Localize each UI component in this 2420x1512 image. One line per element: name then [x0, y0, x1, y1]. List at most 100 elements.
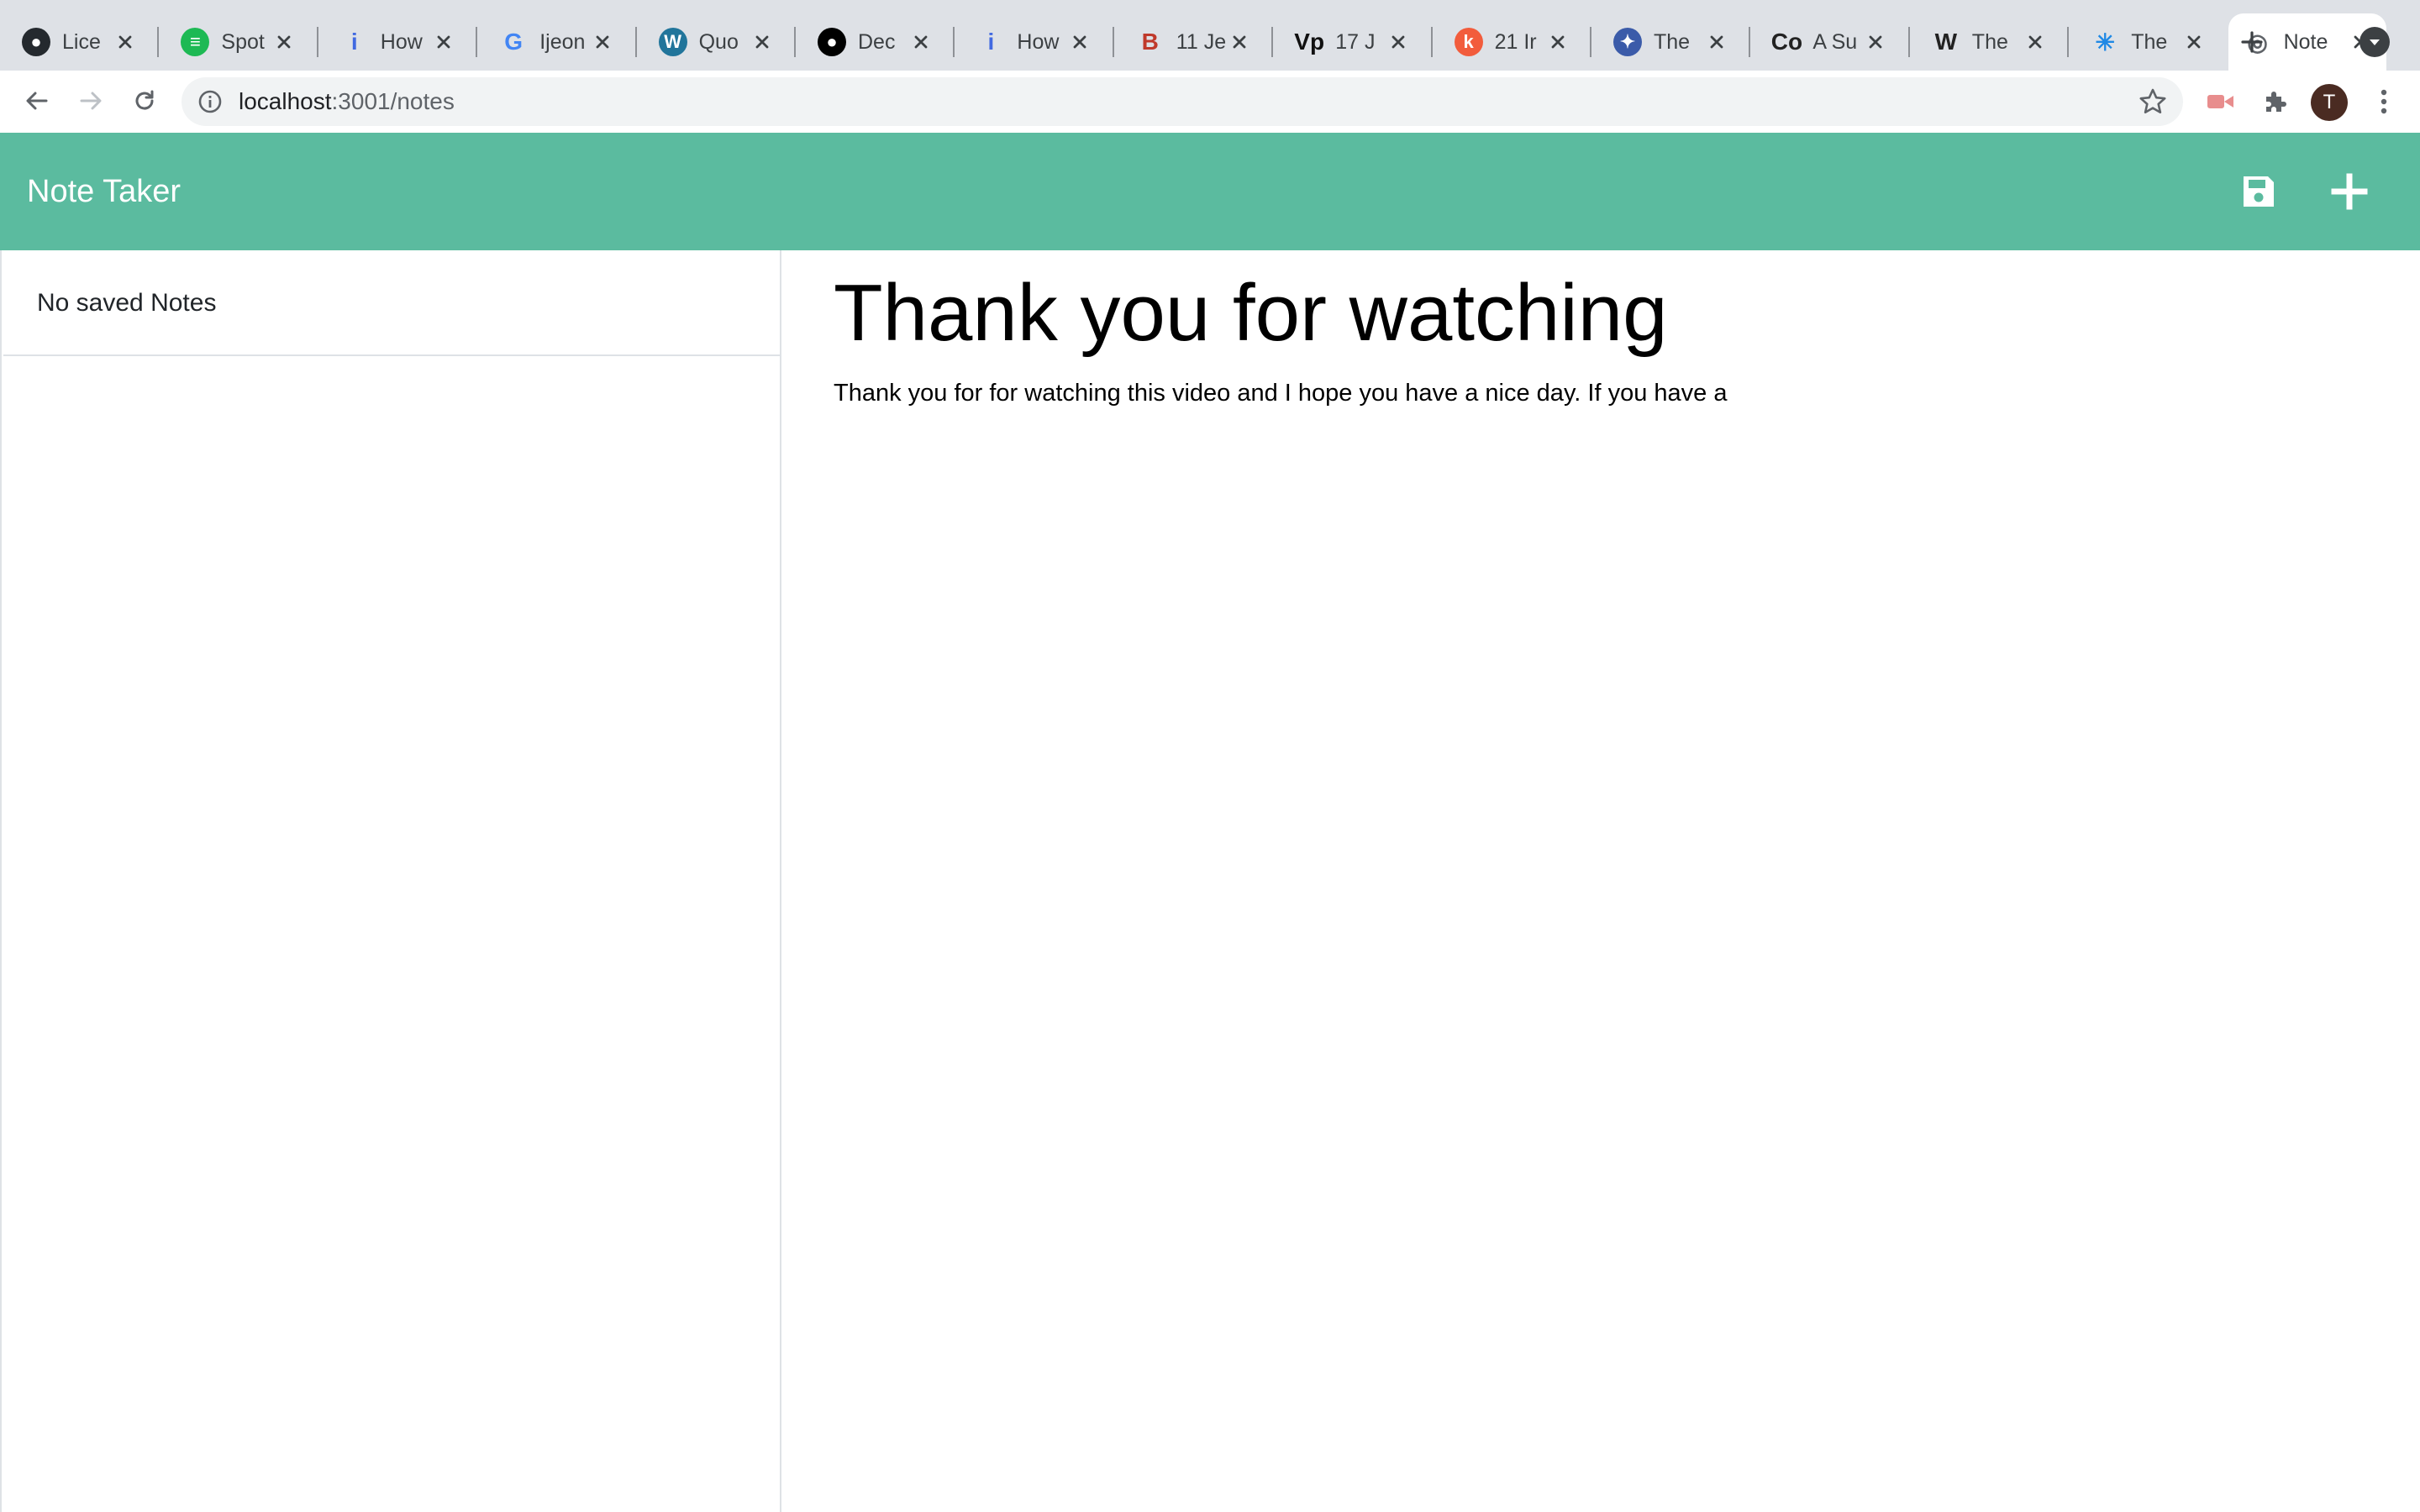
tab-title: The — [1654, 29, 1691, 54]
tab-title: How — [380, 29, 423, 54]
snowflake-icon: ✳ — [2095, 29, 2115, 55]
tab-separator — [476, 27, 478, 57]
tab-separator — [1430, 27, 1433, 57]
wordpress-icon: W — [658, 28, 687, 56]
close-icon[interactable] — [1706, 31, 1728, 53]
medium-icon: ● — [818, 28, 846, 56]
close-icon[interactable] — [910, 31, 932, 53]
browser-tab-strip: ● Lice ≡ Spot i How G Ijeon W Quo ● Dec i How B 11 Je Vp… — [0, 0, 2420, 71]
arrow-right-icon — [80, 92, 102, 110]
browser-tab[interactable]: Vp 17 J — [1280, 13, 1424, 71]
close-icon[interactable] — [1069, 31, 1091, 53]
puzzle-piece-icon — [2266, 92, 2286, 112]
close-icon[interactable] — [1387, 31, 1409, 53]
vp-logo-icon: Vp — [1294, 29, 1325, 55]
tab-title: Ijeon — [539, 29, 586, 54]
profile-avatar[interactable]: T — [2311, 84, 2348, 121]
extension-button-video[interactable] — [2203, 84, 2238, 119]
back-button[interactable] — [17, 81, 57, 121]
tab-title: 11 Je — [1176, 29, 1227, 54]
tab-title: 17 J — [1335, 29, 1376, 54]
video-extension-icon — [2207, 95, 2233, 108]
note-text-area[interactable] — [834, 376, 2388, 1468]
close-icon[interactable] — [273, 31, 295, 53]
wikipedia-icon: W — [1934, 29, 1958, 55]
tab-title: Lice — [62, 29, 101, 54]
browser-tab[interactable]: G Ijeon — [484, 13, 629, 71]
close-icon[interactable] — [592, 31, 613, 53]
close-icon[interactable] — [1547, 31, 1569, 53]
tab-separator — [1112, 27, 1114, 57]
tab-title: 21 Ir — [1494, 29, 1537, 54]
tab-title: A Su — [1812, 29, 1858, 54]
tab-title: Note — [2283, 29, 2328, 54]
chevron-down-icon — [2370, 39, 2380, 45]
save-note-button[interactable] — [2237, 170, 2281, 213]
kebab-menu-icon — [2381, 89, 2387, 114]
co-logo-icon: Co — [1770, 29, 1803, 55]
bookmark-star-icon[interactable] — [2138, 87, 2168, 117]
info-icon[interactable] — [197, 88, 224, 115]
tab-title: How — [1017, 29, 1060, 54]
github-icon: ● — [22, 28, 50, 56]
app-brand[interactable]: Note Taker — [27, 133, 181, 250]
badge-icon: ✦ — [1613, 28, 1642, 56]
extensions-button[interactable] — [2257, 84, 2292, 119]
tab-search-button[interactable] — [2360, 27, 2390, 57]
tab-title: Dec — [858, 29, 896, 54]
tab-title: Quo — [698, 29, 739, 54]
close-icon[interactable] — [2024, 31, 2046, 53]
note-editor — [781, 250, 2420, 1512]
tab-separator — [634, 27, 637, 57]
browser-tab[interactable]: W Quo — [644, 13, 788, 71]
browser-tab[interactable]: ✳ The — [2075, 13, 2220, 71]
browser-tab[interactable]: Co A Su — [1757, 13, 1902, 71]
browser-tab[interactable]: k 21 Ir — [1439, 13, 1584, 71]
browser-tab[interactable]: i How — [325, 13, 470, 71]
browser-toolbar: localhost:3001/notes T — [0, 71, 2420, 133]
close-icon[interactable] — [751, 31, 773, 53]
browser-tab[interactable]: ≡ Spot — [166, 13, 310, 71]
info-i-icon: i — [987, 29, 995, 55]
url-path: :3001/notes — [331, 88, 455, 114]
new-tab-button[interactable] — [2228, 24, 2275, 60]
new-note-button[interactable] — [2328, 170, 2371, 213]
tab-separator — [157, 27, 160, 57]
arrow-left-icon — [26, 92, 48, 110]
save-icon — [2244, 176, 2274, 207]
tab-separator — [316, 27, 318, 57]
tab-separator — [1590, 27, 1591, 57]
tab-separator — [1749, 27, 1751, 57]
close-icon[interactable] — [2183, 31, 2205, 53]
tab-title: The — [1971, 29, 2008, 54]
google-icon: G — [504, 29, 523, 55]
reload-icon — [135, 90, 154, 110]
browser-tab[interactable]: B 11 Je — [1121, 13, 1265, 71]
close-icon[interactable] — [1865, 31, 1886, 53]
close-icon[interactable] — [114, 31, 136, 53]
close-icon[interactable] — [1228, 31, 1250, 53]
app-navbar: Note Taker — [0, 133, 2420, 250]
info-i-icon: i — [350, 29, 358, 55]
tab-title: Spot — [221, 29, 265, 54]
reload-button[interactable] — [124, 81, 165, 121]
close-icon[interactable] — [433, 31, 455, 53]
tab-separator — [1907, 27, 1910, 57]
browser-tab[interactable]: ✦ The — [1598, 13, 1743, 71]
spotify-icon: ≡ — [181, 28, 210, 56]
browser-tab[interactable]: ● Lice — [7, 13, 151, 71]
tab-separator — [953, 27, 955, 57]
browser-tab[interactable]: W The — [1917, 13, 2061, 71]
browser-menu-button[interactable] — [2366, 84, 2402, 119]
browser-tab[interactable]: ● Dec — [802, 13, 947, 71]
note-title-input[interactable] — [834, 259, 2346, 368]
browser-tab[interactable]: i How — [961, 13, 1106, 71]
list-item-empty: No saved Notes — [3, 250, 780, 356]
forward-button[interactable] — [71, 81, 111, 121]
address-bar[interactable]: localhost:3001/notes — [182, 77, 2183, 126]
url-text[interactable]: localhost:3001/notes — [239, 77, 455, 126]
b-logo-icon: B — [1141, 29, 1159, 55]
tab-separator — [1271, 27, 1274, 57]
plus-icon — [2241, 31, 2263, 53]
tab-separator — [794, 27, 796, 57]
